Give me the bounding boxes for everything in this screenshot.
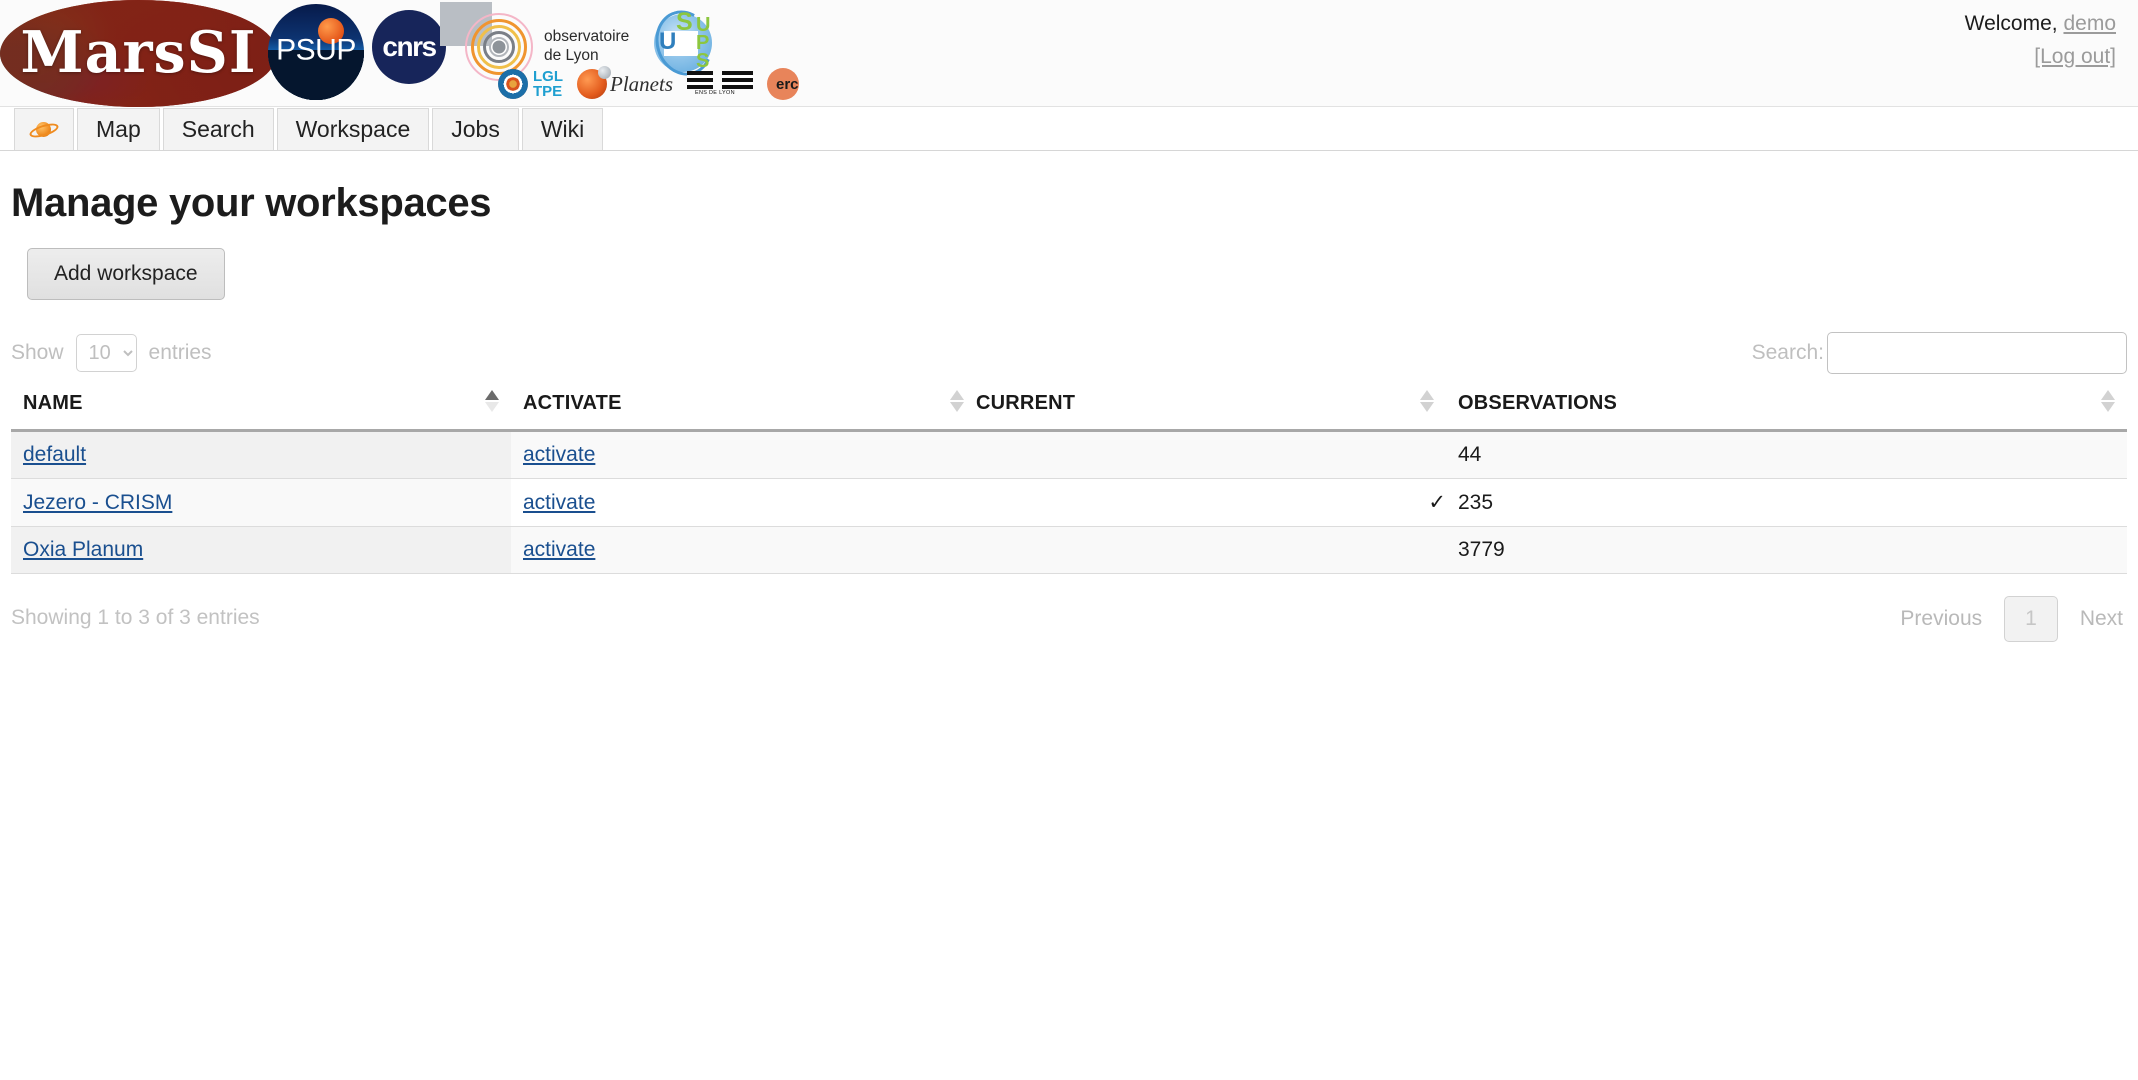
nav-tab-search[interactable]: Search xyxy=(163,108,274,150)
ups-letter-u: U xyxy=(659,28,676,56)
activate-link[interactable]: activate xyxy=(523,491,595,514)
erc-logo[interactable]: erc xyxy=(767,68,799,100)
column-label-current: CURRENT xyxy=(976,392,1075,414)
cell-workspace-name: Oxia Planum xyxy=(11,527,511,574)
cell-workspace-name: Jezero - CRISM xyxy=(11,479,511,527)
table-row: Oxia Planum activate 3779 xyxy=(11,527,2127,574)
table-info-text: Showing 1 to 3 of 3 entries xyxy=(11,606,260,630)
column-label-activate: ACTIVATE xyxy=(523,392,622,414)
datatable-footer: Showing 1 to 3 of 3 entries Previous 1 N… xyxy=(11,596,2127,652)
planet-moon-icon xyxy=(577,69,607,99)
cell-observations: 235 xyxy=(1446,479,2127,527)
workspace-link[interactable]: Jezero - CRISM xyxy=(23,491,172,514)
workspaces-table: NAME ACTIVATE CURRENT OBSERVATIONS xyxy=(11,386,2127,574)
table-body: default activate 44 Jezero - CRISM activ… xyxy=(11,431,2127,574)
nav-tab-workspace[interactable]: Workspace xyxy=(277,108,430,150)
sort-arrows-icon xyxy=(485,390,499,412)
page-title: Manage your workspaces xyxy=(11,181,2127,226)
entries-label: entries xyxy=(149,341,212,365)
sort-arrows-icon xyxy=(1420,390,1434,412)
lgl-tpe-logo[interactable]: LGL TPE xyxy=(498,69,563,100)
cell-activate: activate xyxy=(511,527,976,574)
pagination-next-button[interactable]: Next xyxy=(2080,607,2123,631)
column-label-name: NAME xyxy=(23,392,83,414)
search-control: Search: xyxy=(1752,332,2127,374)
search-label: Search: xyxy=(1752,341,1824,365)
cell-activate: activate xyxy=(511,431,976,479)
main-navigation: Map Search Workspace Jobs Wiki xyxy=(0,107,2138,151)
workspace-link[interactable]: default xyxy=(23,443,86,466)
activate-link[interactable]: activate xyxy=(523,538,595,561)
logout-link[interactable]: [Log out] xyxy=(2034,45,2116,68)
cell-current-checkmark: ✓ xyxy=(976,479,1446,527)
add-workspace-button[interactable]: Add workspace xyxy=(27,248,225,300)
observatoire-line-2: de Lyon xyxy=(544,47,629,66)
ens-bars-gap xyxy=(713,71,722,89)
observatoire-line-1: observatoire xyxy=(544,28,629,47)
marssi-wordmark: MarsSI xyxy=(0,19,277,86)
cell-workspace-name: default xyxy=(11,431,511,479)
psup-logo[interactable]: PSUP xyxy=(268,4,364,100)
main-content: Manage your workspaces Add workspace Sho… xyxy=(0,181,2138,652)
concentric-target-icon xyxy=(498,69,528,99)
cell-current xyxy=(976,431,1446,479)
lgl-line-1: LGL xyxy=(533,69,563,84)
pagination: Previous 1 Next xyxy=(1900,596,2123,642)
lgl-line-2: TPE xyxy=(533,84,563,99)
table-header-row: NAME ACTIVATE CURRENT OBSERVATIONS xyxy=(11,386,2127,431)
table-header: NAME ACTIVATE CURRENT OBSERVATIONS xyxy=(11,386,2127,431)
page-length-select[interactable]: 10 xyxy=(76,334,137,372)
cell-observations: 44 xyxy=(1446,431,2127,479)
logout-line: [Log out] xyxy=(1965,41,2116,74)
datatable-controls: Show 10 entries Search: xyxy=(11,334,2127,376)
secondary-logo-strip: LGL TPE Planets ENS DE LYON erc xyxy=(498,68,799,100)
cnrs-logo[interactable]: cnrs xyxy=(372,10,446,84)
ens-sublabel: ENS DE LYON xyxy=(695,90,735,96)
page-length-control: Show 10 entries xyxy=(11,334,212,372)
erc-label: erc xyxy=(776,76,799,93)
welcome-block: Welcome, demo [Log out] xyxy=(1965,8,2116,73)
table-row: Jezero - CRISM activate ✓ 235 xyxy=(11,479,2127,527)
observatoire-label: observatoire de Lyon xyxy=(544,28,629,66)
nav-tab-jobs[interactable]: Jobs xyxy=(432,108,519,150)
nav-tab-map[interactable]: Map xyxy=(77,108,160,150)
welcome-prefix: Welcome, xyxy=(1965,12,2058,35)
sort-arrows-icon xyxy=(2101,390,2115,412)
nav-home-button[interactable] xyxy=(14,108,74,150)
ens-de-lyon-logo[interactable]: ENS DE LYON xyxy=(687,69,753,99)
nav-tab-wiki[interactable]: Wiki xyxy=(522,108,603,150)
eplanets-logo[interactable]: Planets xyxy=(577,69,673,99)
activate-link[interactable]: activate xyxy=(523,443,595,466)
column-header-activate[interactable]: ACTIVATE xyxy=(511,386,976,431)
column-header-observations[interactable]: OBSERVATIONS xyxy=(1446,386,2127,431)
welcome-line: Welcome, demo xyxy=(1965,8,2116,41)
eplanets-label: Planets xyxy=(610,72,673,97)
column-label-observations: OBSERVATIONS xyxy=(1458,392,1617,414)
user-profile-link[interactable]: demo xyxy=(2063,12,2116,35)
marssi-logo[interactable]: MarsSI xyxy=(0,0,277,107)
cell-activate: activate xyxy=(511,479,976,527)
table-row: default activate 44 xyxy=(11,431,2127,479)
column-header-current[interactable]: CURRENT xyxy=(976,386,1446,431)
site-header: MarsSI PSUP cnrs observatoire de Lyon U … xyxy=(0,0,2138,107)
pagination-page-1-button[interactable]: 1 xyxy=(2004,596,2058,642)
psup-wordmark: PSUP xyxy=(268,34,364,68)
show-label: Show xyxy=(11,341,64,365)
workspace-link[interactable]: Oxia Planum xyxy=(23,538,143,561)
saturn-icon xyxy=(29,120,59,140)
lgl-tpe-label: LGL TPE xyxy=(533,69,563,100)
cell-observations: 3779 xyxy=(1446,527,2127,574)
cell-current xyxy=(976,527,1446,574)
column-header-name[interactable]: NAME xyxy=(11,386,511,431)
ups-letter-s1: S xyxy=(676,8,693,37)
pagination-previous-button[interactable]: Previous xyxy=(1900,607,1982,631)
sort-arrows-icon xyxy=(950,390,964,412)
search-input[interactable] xyxy=(1827,332,2127,374)
